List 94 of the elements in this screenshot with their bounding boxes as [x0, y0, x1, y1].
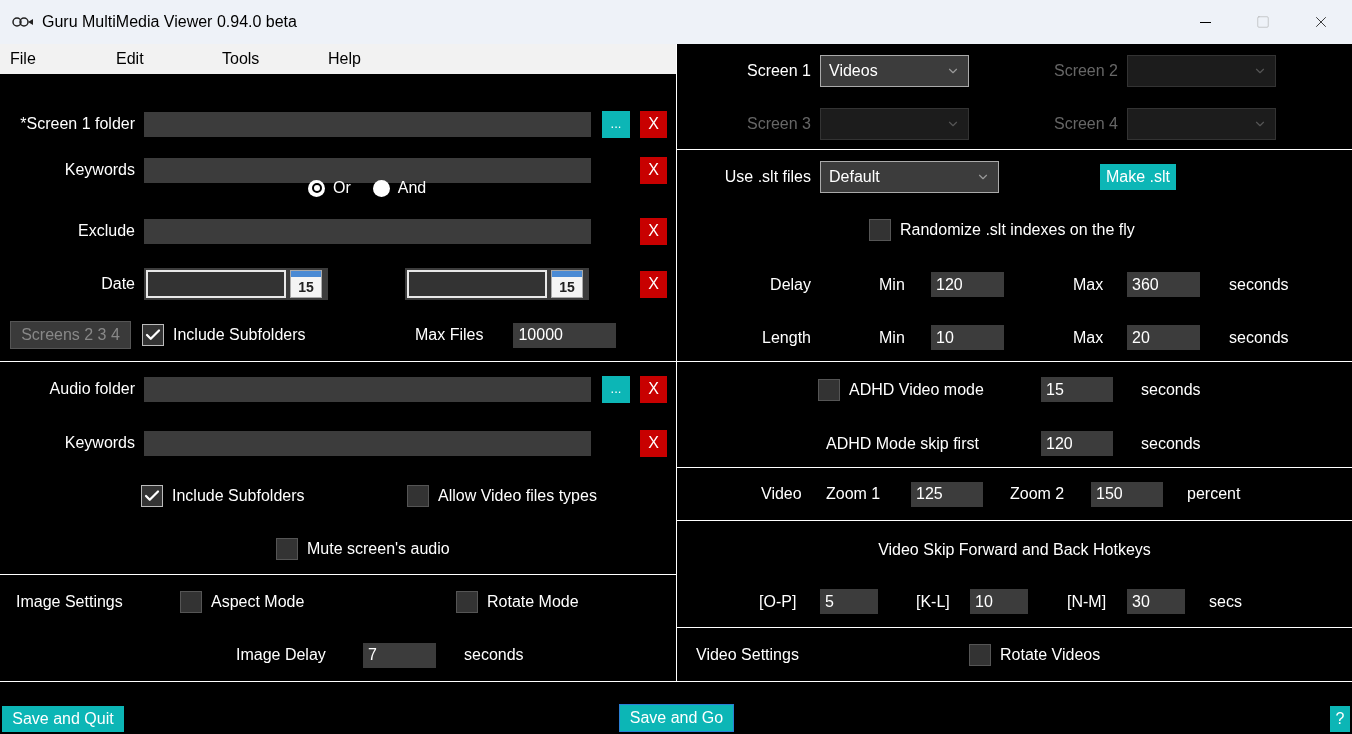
- field-label: Max Files: [415, 325, 484, 345]
- menu-item[interactable]: Tools: [212, 47, 318, 71]
- folder-field[interactable]: [144, 376, 591, 402]
- field-label: Min: [879, 328, 905, 346]
- minimize-icon: [1199, 21, 1211, 23]
- section-label: Image Settings: [16, 593, 123, 610]
- clear-button[interactable]: X: [640, 110, 667, 138]
- checkbox-label: Include Subfolders: [172, 486, 305, 506]
- field-label: Audio folder: [49, 379, 135, 399]
- radio-label: And: [397, 178, 427, 198]
- checkbox-label: ADHD Video mode: [849, 379, 984, 400]
- clear-button[interactable]: X: [640, 375, 667, 403]
- field-label: Max: [1073, 275, 1104, 293]
- clear-button[interactable]: X: [640, 217, 667, 245]
- checkbox[interactable]: [969, 643, 991, 666]
- radio-label: Or: [333, 178, 351, 198]
- folder-field[interactable]: [144, 111, 591, 137]
- date-picker[interactable]: 15: [405, 268, 589, 300]
- clear-button[interactable]: X: [640, 156, 667, 184]
- field-label: Video: [761, 485, 802, 502]
- unit-label: seconds: [1141, 433, 1201, 454]
- calendar-icon[interactable]: 15: [551, 270, 583, 298]
- checkbox[interactable]: [141, 485, 163, 507]
- section-label: Video Settings: [696, 645, 799, 663]
- field-label: Max: [1073, 328, 1104, 346]
- dropdown[interactable]: Videos: [820, 55, 969, 87]
- calendar-icon[interactable]: 15: [290, 270, 322, 298]
- field-label: Use .slt files: [724, 167, 811, 187]
- field-label: Screen 2: [1053, 61, 1118, 81]
- hotkey-seconds-field[interactable]: 10: [970, 589, 1028, 614]
- adhd-seconds-field[interactable]: 15: [1041, 377, 1113, 402]
- menu-item[interactable]: Help: [318, 47, 424, 71]
- zoom-field[interactable]: 125: [911, 481, 983, 507]
- hotkey-label: [N-M]: [1067, 592, 1107, 610]
- field-label: Image Delay: [236, 646, 326, 663]
- checkbox-label: Rotate Mode: [487, 592, 579, 612]
- field-label: Zoom 1: [826, 485, 881, 502]
- checkbox[interactable]: [142, 324, 164, 346]
- image-delay-field[interactable]: 7: [363, 642, 436, 668]
- field-label: Keywords: [64, 433, 135, 453]
- min-field[interactable]: 120: [931, 272, 1004, 297]
- checkbox[interactable]: [180, 591, 202, 613]
- field-label: ADHD Mode skip first: [826, 434, 979, 452]
- unit-label: seconds: [1141, 379, 1201, 400]
- field-label: Length: [762, 327, 811, 348]
- menu-item[interactable]: Edit: [106, 47, 212, 71]
- hotkey-seconds-field[interactable]: 30: [1127, 589, 1185, 614]
- checkbox-label: Randomize .slt indexes on the fly: [900, 220, 1135, 240]
- checkbox[interactable]: [869, 219, 891, 241]
- min-field[interactable]: 10: [931, 325, 1004, 350]
- unit-label: secs: [1209, 591, 1242, 612]
- hotkey-label: [O-P]: [759, 592, 797, 610]
- field-label: Screen 3: [746, 114, 811, 134]
- checkbox-label: Include Subfolders: [173, 325, 306, 345]
- unit-label: percent: [1187, 484, 1241, 504]
- field-label: Screen 1: [746, 61, 811, 81]
- hotkey-label: [K-L]: [916, 592, 950, 610]
- window-title: Guru MultiMedia Viewer 0.94.0 beta: [42, 12, 297, 32]
- checkbox[interactable]: [818, 378, 840, 401]
- menu-item[interactable]: File: [0, 47, 106, 71]
- field-label: Screen 4: [1053, 114, 1118, 134]
- checkbox-label: Rotate Videos: [1000, 644, 1101, 665]
- unit-label: seconds: [464, 645, 524, 665]
- field-label: Keywords: [64, 160, 135, 180]
- hotkey-seconds-field[interactable]: 5: [820, 589, 878, 614]
- keywords-field[interactable]: [144, 430, 591, 456]
- skip-first-field[interactable]: 120: [1041, 431, 1113, 456]
- checkbox[interactable]: [407, 485, 429, 507]
- field-label: Date: [101, 274, 135, 294]
- unit-label: seconds: [1229, 274, 1289, 295]
- max-files-field[interactable]: 10000: [513, 322, 617, 348]
- dropdown[interactable]: Default: [820, 161, 999, 193]
- section-title: Video Skip Forward and Back Hotkeys: [878, 540, 1151, 560]
- field-label: *Screen 1 folder: [20, 114, 135, 134]
- date-picker[interactable]: 15: [144, 268, 328, 300]
- checkbox[interactable]: [276, 538, 298, 560]
- checkbox-label: Aspect Mode: [211, 592, 305, 612]
- checkbox[interactable]: [456, 591, 478, 613]
- clear-button[interactable]: X: [640, 429, 667, 457]
- field-label: Delay: [770, 274, 811, 295]
- unit-label: seconds: [1229, 327, 1289, 348]
- field-label: Min: [879, 275, 905, 293]
- clear-button[interactable]: X: [640, 270, 667, 298]
- field-label: Exclude: [78, 221, 135, 241]
- field-label: Zoom 2: [1010, 485, 1065, 502]
- maximize-icon: [1256, 15, 1270, 29]
- exclude-field[interactable]: [144, 218, 591, 244]
- keywords-field[interactable]: [144, 157, 591, 183]
- checkbox-label: Allow Video files types: [438, 486, 597, 506]
- max-field[interactable]: 360: [1127, 272, 1200, 297]
- max-field[interactable]: 20: [1127, 325, 1200, 350]
- app-logo-icon: [12, 16, 34, 28]
- zoom-field[interactable]: 150: [1091, 481, 1163, 507]
- checkbox-label: Mute screen's audio: [307, 539, 450, 559]
